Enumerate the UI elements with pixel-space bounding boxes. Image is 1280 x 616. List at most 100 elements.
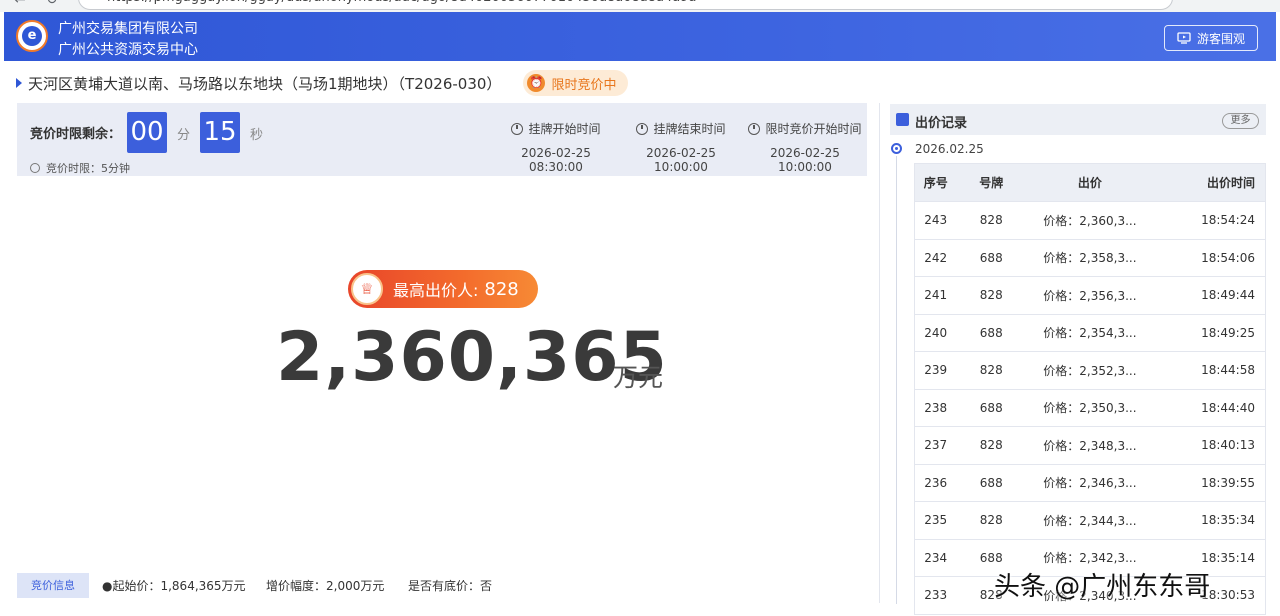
highest-bidder-badge: ♕ 最高出价人: 828	[348, 270, 538, 308]
auction-start-time: 限时竞价开始时间 2026-02-25 10:00:00	[745, 120, 865, 174]
cell-plate: 688	[956, 313, 1027, 352]
cell-time: 18:44:40	[1153, 388, 1266, 427]
countdown-label: 竞价时限剩余：	[30, 127, 122, 142]
time-label: 挂牌开始时间	[528, 122, 601, 136]
address-bar[interactable]: https://pmgaggay.ion/ggay/dus/anonymous/…	[78, 0, 1173, 10]
cell-time: 18:49:25	[1153, 313, 1266, 352]
time-limit: 竞价时限：5分钟	[30, 160, 130, 176]
price-unit: 万元	[613, 363, 664, 392]
time-value: 2026-02-25 08:30:00	[521, 146, 591, 174]
reload-icon[interactable]: ↻	[46, 0, 58, 8]
bid-records-title: 出价记录	[915, 116, 968, 131]
table-row: 238 688 价格：2,350,3... 18:44:40	[914, 388, 1266, 427]
cell-plate: 828	[956, 201, 1027, 239]
cell-price: 价格：2,352,3...	[1026, 351, 1154, 389]
watermark: 头条 @广州东东哥	[994, 572, 1211, 602]
timeline-dot-icon	[891, 143, 902, 154]
org-name-1: 广州交易集团有限公司	[58, 21, 198, 37]
cell-time: 18:40:13	[1153, 426, 1266, 464]
table-row: 240 688 价格：2,354,3... 18:49:25	[914, 313, 1266, 352]
clock-icon	[748, 122, 761, 135]
start-price: ●起始价：1,864,365万元	[102, 579, 246, 593]
cell-price: 价格：2,346,3...	[1026, 463, 1154, 502]
cell-price: 价格：2,344,3...	[1026, 501, 1154, 539]
cell-seq: 239	[914, 351, 957, 389]
column-header-seq: 序号	[914, 163, 957, 202]
cell-price: 价格：2,360,3...	[1026, 201, 1154, 239]
clock-icon	[636, 122, 649, 135]
org-name-2: 广州公共资源交易中心	[58, 42, 198, 58]
auction-info-tab[interactable]: 竞价信息	[17, 573, 89, 598]
cell-time: 18:49:44	[1153, 276, 1266, 314]
cell-time: 18:39:55	[1153, 463, 1266, 502]
cell-seq: 237	[914, 426, 957, 464]
cell-plate: 688	[956, 388, 1027, 427]
cell-price: 价格：2,356,3...	[1026, 276, 1154, 314]
cell-time: 18:44:58	[1153, 351, 1266, 389]
table-header-row: 序号 号牌 出价 出价时间	[914, 163, 1266, 202]
table-row: 239 828 价格：2,352,3... 18:44:58	[914, 351, 1266, 389]
table-row: 235 828 价格：2,344,3... 18:35:34	[914, 501, 1266, 539]
cell-time: 18:54:24	[1153, 201, 1266, 239]
status-label: 限时竞价中	[551, 77, 617, 93]
column-header-price: 出价	[1026, 163, 1154, 202]
cell-price: 价格：2,354,3...	[1026, 313, 1154, 352]
time-label: 限时竞价开始时间	[765, 122, 862, 136]
monitor-icon	[1177, 32, 1191, 44]
cell-plate: 688	[956, 238, 1027, 277]
browser-toolbar: ← ↻ https://pmgaggay.ion/ggay/dus/anonym…	[0, 0, 1280, 12]
table-row: 242 688 价格：2,358,3... 18:54:06	[914, 238, 1266, 277]
cell-price: 价格：2,348,3...	[1026, 426, 1154, 464]
timeline-line	[896, 156, 897, 604]
minutes-unit: 分	[177, 128, 191, 143]
cell-plate: 688	[956, 463, 1027, 502]
arrow-left-icon[interactable]: ←	[14, 0, 26, 8]
crown-icon: ♕	[351, 273, 383, 305]
cell-plate: 828	[956, 426, 1027, 464]
time-label: 挂牌结束时间	[653, 122, 726, 136]
current-price: 2,360,365	[276, 318, 668, 397]
records-date: 2026.02.25	[915, 142, 984, 156]
time-limit-text: 竞价时限：5分钟	[46, 162, 130, 175]
bid-records-header: 出价记录 更多	[890, 104, 1266, 135]
table-row: 237 828 价格：2,348,3... 18:40:13	[914, 426, 1266, 464]
more-button[interactable]: 更多	[1222, 113, 1259, 129]
table-row: 243 828 价格：2,360,3... 18:54:24	[914, 201, 1266, 239]
cell-price: 价格：2,358,3...	[1026, 238, 1154, 277]
cell-time: 18:35:34	[1153, 501, 1266, 539]
cell-seq: 235	[914, 501, 957, 539]
seconds-unit: 秒	[250, 128, 264, 143]
alarm-clock-icon: ⏰	[527, 74, 546, 92]
countdown-panel: 竞价时限剩余： 00 分 15 秒 竞价时限：5分钟 挂牌开始时间 2026-0…	[17, 103, 867, 176]
column-header-time: 出价时间	[1153, 163, 1266, 202]
clock-icon	[511, 122, 524, 135]
time-value: 2026-02-25 10:00:00	[770, 146, 840, 174]
cell-plate: 828	[956, 501, 1027, 539]
time-value: 2026-02-25 10:00:00	[646, 146, 716, 174]
countdown-minutes: 00	[127, 112, 167, 153]
cell-price: 价格：2,350,3...	[1026, 388, 1154, 427]
cell-plate: 828	[956, 276, 1027, 314]
lot-title-row: 天河区黄埔大道以南、马场路以东地块（马场1期地块）（T2026-030） ⏰ 限…	[16, 70, 629, 96]
highest-bidder-number: 828	[484, 278, 519, 300]
lot-title: 天河区黄埔大道以南、马场路以东地块（马场1期地块）（T2026-030）	[28, 74, 502, 93]
bid-records-table: 序号 号牌 出价 出价时间 243 828 价格：2,360,3... 18:54:2…	[914, 163, 1266, 615]
listing-end-time: 挂牌结束时间 2026-02-25 10:00:00	[621, 120, 741, 174]
cell-seq: 241	[914, 276, 957, 314]
guest-view-button[interactable]: 游客围观	[1164, 25, 1258, 51]
cell-seq: 242	[914, 238, 957, 277]
cell-plate: 828	[956, 351, 1027, 389]
cell-seq: 236	[914, 463, 957, 502]
table-row: 241 828 价格：2,356,3... 18:49:44	[914, 276, 1266, 314]
cell-seq: 234	[914, 538, 957, 577]
reserve-price: 是否有底价：否	[408, 579, 493, 593]
guest-view-label: 游客围观	[1196, 31, 1245, 46]
cell-seq: 243	[914, 201, 957, 239]
status-badge: ⏰ 限时竞价中	[523, 70, 629, 96]
column-divider	[879, 103, 880, 603]
listing-start-time: 挂牌开始时间 2026-02-25 08:30:00	[496, 120, 616, 174]
countdown-seconds: 15	[200, 112, 240, 153]
highest-bidder-label: 最高出价人:	[393, 281, 479, 300]
column-header-plate: 号牌	[956, 163, 1027, 202]
table-row: 236 688 价格：2,346,3... 18:39:55	[914, 463, 1266, 502]
